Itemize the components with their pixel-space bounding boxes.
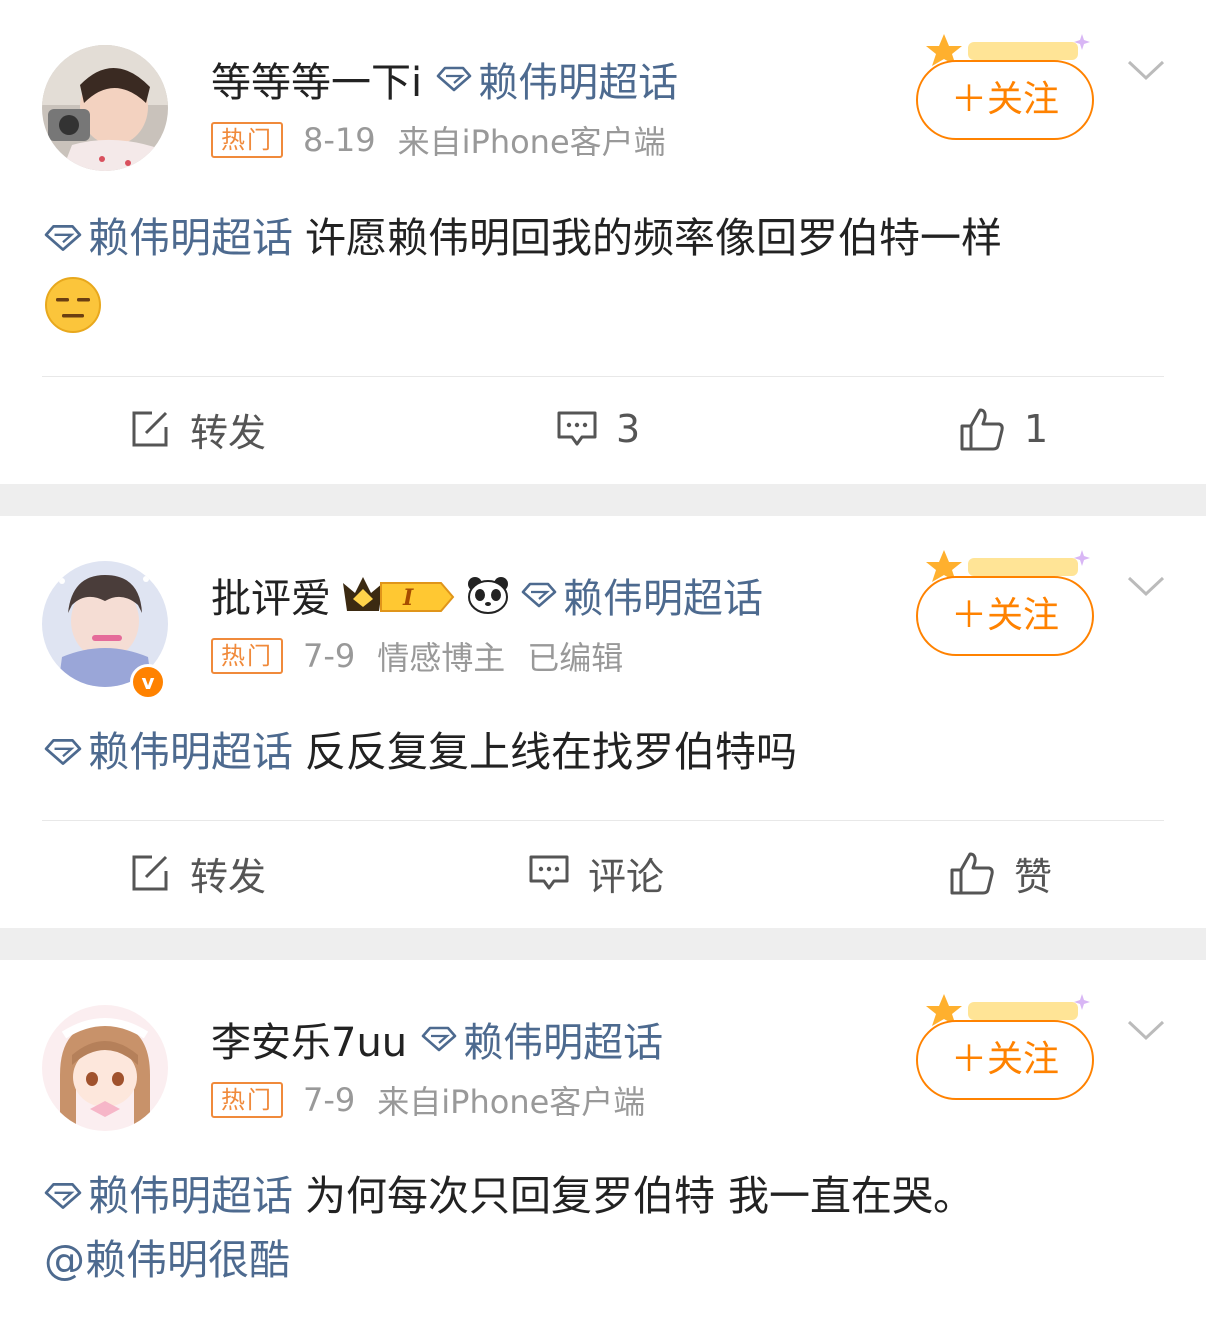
super-topic-label: 赖伟明超话 — [478, 60, 679, 106]
super-topic-diamond-icon — [44, 739, 82, 765]
like-button[interactable]: 1 — [958, 376, 1048, 482]
repost-icon — [132, 411, 168, 447]
super-topic-diamond-icon — [436, 66, 472, 92]
post-card-1[interactable]: 等等等一下i 赖伟明超话 热门 8-19 来自iPhone客户端 ＋关注 赖伟明… — [0, 0, 1206, 484]
mention-link[interactable]: @赖伟明很酷 — [44, 1236, 290, 1284]
chevron-down-icon[interactable] — [1126, 574, 1166, 600]
post-card-3[interactable]: 李安乐7uu 赖伟明超话 热门 7-9 来自iPhone客户端 ＋关注 赖伟明超… — [0, 960, 1206, 1332]
panda-icon — [468, 577, 508, 614]
super-topic-diamond-icon — [421, 1026, 457, 1052]
edited-label: 已编辑 — [527, 639, 624, 677]
post-card-2[interactable]: v 批评爱 I 赖伟明超话 热门 7-9 情感博主 已编辑 ＋关注 赖伟明超话反… — [0, 516, 1206, 928]
content-super-topic-link[interactable]: 赖伟明超话 — [44, 1164, 293, 1228]
chevron-down-icon[interactable] — [1126, 58, 1166, 84]
username[interactable]: 李安乐7uu — [211, 1010, 407, 1068]
avatar[interactable] — [42, 45, 168, 171]
like-button[interactable]: 赞 — [948, 820, 1052, 926]
expressionless-face-icon — [44, 276, 102, 352]
repost-button[interactable]: 转发 — [130, 820, 266, 926]
comment-icon — [557, 411, 597, 446]
post-text: 许愿赖伟明回我的频率像回罗伯特一样 — [305, 214, 1002, 262]
post-content: 赖伟明超话 为何每次只回复罗伯特 我一直在哭。 @赖伟明很酷 — [44, 1164, 1164, 1292]
comment-button[interactable]: 3 — [556, 376, 640, 482]
repost-label: 转发 — [190, 410, 267, 455]
crown-level-badge-icon: I — [343, 577, 455, 612]
comment-button[interactable]: 评论 — [528, 820, 664, 926]
post-time: 7-9 — [303, 1081, 356, 1119]
super-topic-link[interactable]: 赖伟明超话 — [521, 566, 763, 624]
thumbs-up-icon — [950, 852, 994, 895]
feed-divider — [0, 928, 1206, 960]
super-topic-diamond-icon — [521, 582, 557, 608]
follow-button[interactable]: ＋关注 — [916, 1020, 1094, 1100]
comment-icon — [529, 855, 569, 890]
post-content: 赖伟明超话 许愿赖伟明回我的频率像回罗伯特一样 — [44, 206, 1164, 352]
content-topic-label: 赖伟明超话 — [88, 728, 293, 776]
post-text: 为何每次只回复罗伯特 我一直在哭。 — [305, 1172, 975, 1220]
content-super-topic-link[interactable]: 赖伟明超话 — [44, 206, 293, 270]
user-tag: 情感博主 — [377, 639, 506, 677]
hot-tag-badge: 热门 — [211, 638, 283, 674]
super-topic-label: 赖伟明超话 — [463, 1020, 664, 1066]
super-topic-label: 赖伟明超话 — [563, 576, 763, 622]
username[interactable]: 等等等一下i — [211, 50, 422, 108]
feed-divider — [0, 484, 1206, 516]
repost-label: 转发 — [190, 854, 267, 899]
like-label: 赞 — [1014, 854, 1053, 899]
thumbs-up-icon — [960, 408, 1004, 451]
username[interactable]: 批评爱 — [211, 566, 331, 624]
comment-count: 3 — [616, 407, 641, 451]
avatar[interactable] — [42, 1005, 168, 1131]
post-time: 8-19 — [303, 121, 376, 159]
level-badge-text: I — [402, 585, 414, 611]
super-topic-diamond-icon — [44, 1183, 82, 1209]
content-topic-label: 赖伟明超话 — [88, 1172, 293, 1220]
repost-button[interactable]: 转发 — [130, 376, 266, 482]
content-super-topic-link[interactable]: 赖伟明超话 — [44, 720, 293, 784]
repost-icon — [132, 855, 168, 891]
post-time: 7-9 — [303, 637, 356, 675]
like-count: 1 — [1024, 407, 1049, 451]
post-text: 反反复复上线在找罗伯特吗 — [305, 728, 797, 776]
super-topic-diamond-icon — [44, 225, 82, 251]
post-source: 来自iPhone客户端 — [397, 123, 666, 161]
hot-tag-badge: 热门 — [211, 122, 283, 158]
follow-button[interactable]: ＋关注 — [916, 576, 1094, 656]
super-topic-link[interactable]: 赖伟明超话 — [436, 50, 678, 108]
post-content: 赖伟明超话 反反复复上线在找罗伯特吗 — [44, 720, 1164, 784]
comment-label: 评论 — [588, 854, 665, 899]
super-topic-link[interactable]: 赖伟明超话 — [421, 1010, 663, 1068]
content-topic-label: 赖伟明超话 — [88, 214, 293, 262]
hot-tag-badge: 热门 — [211, 1082, 283, 1118]
follow-button[interactable]: ＋关注 — [916, 60, 1094, 140]
post-source: 来自iPhone客户端 — [377, 1083, 646, 1121]
chevron-down-icon[interactable] — [1126, 1018, 1166, 1044]
verified-v-badge-icon: v — [130, 664, 166, 700]
